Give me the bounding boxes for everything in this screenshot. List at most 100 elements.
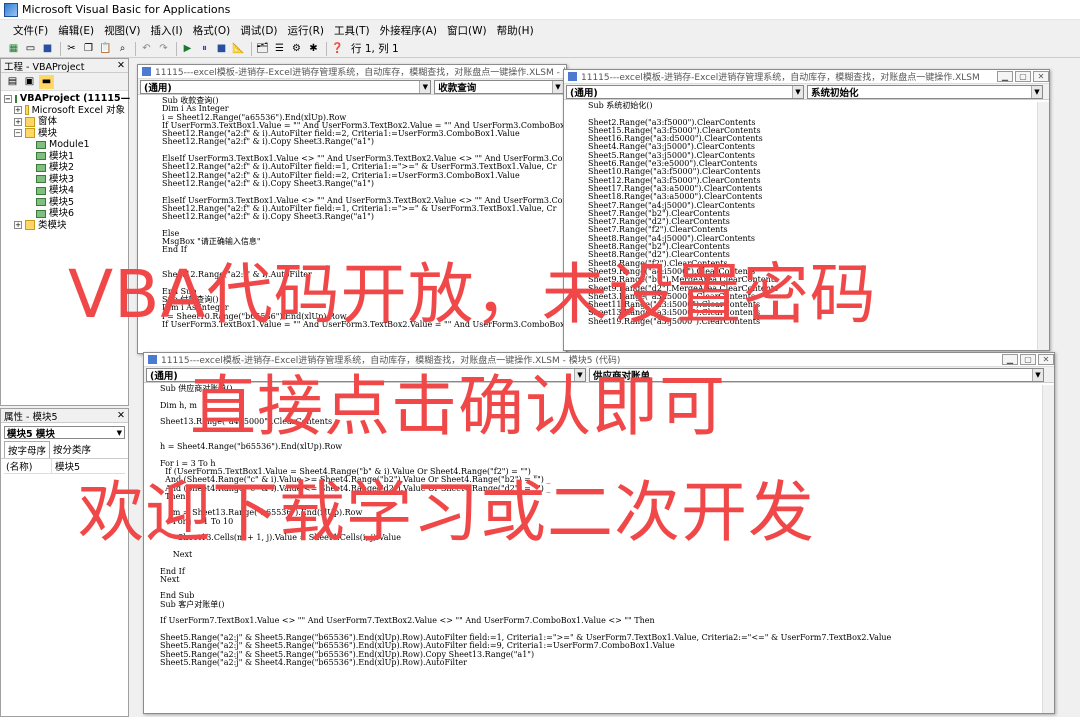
tree-node-module1[interactable]: Module1 xyxy=(4,139,125,151)
code-editor[interactable]: Sub 系统初始化() Sheet2.Range("a3:f5000").Cle… xyxy=(564,100,1049,348)
close-icon[interactable]: ✕ xyxy=(117,60,125,71)
tab-categorized[interactable]: 按分类序 xyxy=(50,441,94,458)
undo-icon[interactable]: ↶ xyxy=(139,42,154,56)
tree-node-forms[interactable]: + 窗体 xyxy=(4,116,125,128)
find-icon[interactable]: ⌕ xyxy=(115,42,130,56)
folder-icon xyxy=(25,116,35,127)
vba-app-icon xyxy=(4,2,18,17)
menu-edit[interactable]: 编辑(E) xyxy=(53,23,99,38)
maximize-icon[interactable]: ▢ xyxy=(1015,71,1031,82)
procedure-dropdown[interactable]: 供应商对账单 ▼ xyxy=(589,367,1044,382)
object-browser-icon[interactable]: ⚙ xyxy=(289,42,304,56)
minimize-icon[interactable]: ▁ xyxy=(1002,354,1018,365)
object-dropdown[interactable]: (通用) ▼ xyxy=(140,79,432,94)
code-window-title: 11115---excel模板-进销存-Excel进销存管理系统，自动库存，模糊… xyxy=(144,353,1054,367)
menu-help[interactable]: 帮助(H) xyxy=(492,23,539,38)
dropdown-arrow-icon[interactable]: ▼ xyxy=(1032,368,1043,381)
close-icon[interactable]: ✕ xyxy=(1038,354,1054,365)
toolbar-separator xyxy=(60,41,61,56)
module-icon xyxy=(36,209,46,218)
vertical-scrollbar[interactable] xyxy=(1037,102,1049,350)
tree-node-root[interactable]: − VBAProject (11115— xyxy=(4,93,130,105)
dropdown-arrow-icon[interactable]: ▼ xyxy=(117,429,124,437)
code-editor[interactable]: Sub 收款查询() Dim i As Integer i = Sheet12.… xyxy=(138,95,566,351)
insert-userform-icon[interactable]: ▭ xyxy=(23,42,38,56)
tree-node-module-5[interactable]: 模块5 xyxy=(4,197,125,209)
dropdown-arrow-icon[interactable]: ▼ xyxy=(552,80,563,93)
menu-addins[interactable]: 外接程序(A) xyxy=(375,23,442,38)
menu-file[interactable]: 文件(F) xyxy=(8,23,53,38)
save-icon[interactable]: ■ xyxy=(40,42,55,56)
run-icon[interactable]: ▶ xyxy=(180,42,195,56)
maximize-icon[interactable]: ▢ xyxy=(1020,354,1036,365)
dropdown-arrow-icon[interactable]: ▼ xyxy=(1031,85,1042,98)
tree-node-excel-objects[interactable]: + Microsoft Excel 对象 xyxy=(4,105,125,117)
menu-insert[interactable]: 插入(I) xyxy=(145,23,187,38)
expand-icon[interactable]: + xyxy=(14,106,22,115)
menu-tools[interactable]: 工具(T) xyxy=(329,23,375,38)
code-window-icon xyxy=(148,355,157,364)
toolbar-separator xyxy=(251,41,252,56)
menu-bar: 文件(F) 编辑(E) 视图(V) 插入(I) 格式(O) 调试(D) 运行(R… xyxy=(0,21,1080,39)
expand-icon[interactable]: + xyxy=(14,221,22,230)
properties-header: 属性 - 模块5 ✕ xyxy=(1,409,128,423)
minimize-icon[interactable]: ▁ xyxy=(997,71,1013,82)
menu-window[interactable]: 窗口(W) xyxy=(442,23,492,38)
tree-node-module-2[interactable]: 模块2 xyxy=(4,162,125,174)
collapse-icon[interactable]: − xyxy=(4,94,12,103)
vertical-scrollbar[interactable] xyxy=(1042,385,1054,713)
tree-node-module-1[interactable]: 模块1 xyxy=(4,151,125,163)
tree-node-module-3[interactable]: 模块3 xyxy=(4,174,125,186)
collapse-icon[interactable]: − xyxy=(14,129,22,138)
code-editor[interactable]: Sub 供应商对账单() Dim h, m Sheet13.Range("a4:… xyxy=(144,383,1054,709)
property-row-name[interactable]: (名称) 模块5 xyxy=(4,459,125,474)
standard-toolbar: ▦ ▭ ■ ✂ ❐ 📋 ⌕ ↶ ↷ ▶ ⏸ ■ 📐 🗂 ☰ ⚙ ✱ ❓ 行 1,… xyxy=(0,40,1080,58)
menu-run[interactable]: 运行(R) xyxy=(283,23,330,38)
toolbar-separator xyxy=(135,41,136,56)
code-window-icon xyxy=(142,67,151,76)
view-code-icon[interactable]: ▤ xyxy=(5,75,20,89)
design-mode-icon[interactable]: 📐 xyxy=(231,42,246,56)
object-dropdown[interactable]: (通用) ▼ xyxy=(146,367,586,382)
object-dropdown[interactable]: (通用) ▼ xyxy=(566,84,804,99)
procedure-dropdown[interactable]: 收款查询 ▼ xyxy=(434,79,564,94)
object-selector[interactable]: 模块5 模块 ▼ xyxy=(4,426,125,440)
reset-icon[interactable]: ■ xyxy=(214,42,229,56)
expand-icon[interactable]: + xyxy=(14,117,22,126)
code-combos: (通用) ▼ 供应商对账单 ▼ xyxy=(144,367,1054,383)
module-icon xyxy=(36,152,46,161)
module-icon xyxy=(36,163,46,172)
code-window-system-init: 11115---excel模板-进销存-Excel进销存管理系统，自动库存，模糊… xyxy=(563,69,1050,351)
properties-icon[interactable]: ☰ xyxy=(272,42,287,56)
procedure-dropdown[interactable]: 系统初始化 ▼ xyxy=(807,84,1043,99)
close-icon[interactable]: ✕ xyxy=(1033,71,1049,82)
break-icon[interactable]: ⏸ xyxy=(197,42,212,56)
window-title: Microsoft Visual Basic for Applications xyxy=(22,3,231,16)
tab-alphabetic[interactable]: 按字母序 xyxy=(4,441,51,458)
tree-node-modules[interactable]: − 模块 xyxy=(4,128,125,140)
help-icon[interactable]: ❓ xyxy=(330,42,345,56)
window-title-bar: Microsoft Visual Basic for Applications xyxy=(0,0,1080,20)
copy-icon[interactable]: ❐ xyxy=(81,42,96,56)
paste-icon[interactable]: 📋 xyxy=(98,42,113,56)
cut-icon[interactable]: ✂ xyxy=(64,42,79,56)
view-object-icon[interactable]: ▣ xyxy=(22,75,37,89)
dropdown-arrow-icon[interactable]: ▼ xyxy=(419,80,431,93)
toggle-folders-icon[interactable]: ▬ xyxy=(39,74,54,89)
module-icon xyxy=(36,198,46,207)
close-icon[interactable]: ✕ xyxy=(117,410,125,421)
cursor-position: 行 1, 列 1 xyxy=(351,43,399,55)
tree-node-class-modules[interactable]: + 类模块 xyxy=(4,220,125,232)
view-excel-icon[interactable]: ▦ xyxy=(6,42,21,56)
dropdown-arrow-icon[interactable]: ▼ xyxy=(574,368,585,381)
menu-view[interactable]: 视图(V) xyxy=(99,23,145,38)
project-explorer-icon[interactable]: 🗂 xyxy=(255,42,270,56)
toolbox-icon[interactable]: ✱ xyxy=(306,42,321,56)
redo-icon[interactable]: ↷ xyxy=(156,42,171,56)
tree-node-module-6[interactable]: 模块6 xyxy=(4,208,125,220)
folder-icon xyxy=(24,105,29,116)
menu-format[interactable]: 格式(O) xyxy=(188,23,235,38)
menu-debug[interactable]: 调试(D) xyxy=(235,23,282,38)
dropdown-arrow-icon[interactable]: ▼ xyxy=(792,85,803,98)
tree-node-module-4[interactable]: 模块4 xyxy=(4,185,125,197)
